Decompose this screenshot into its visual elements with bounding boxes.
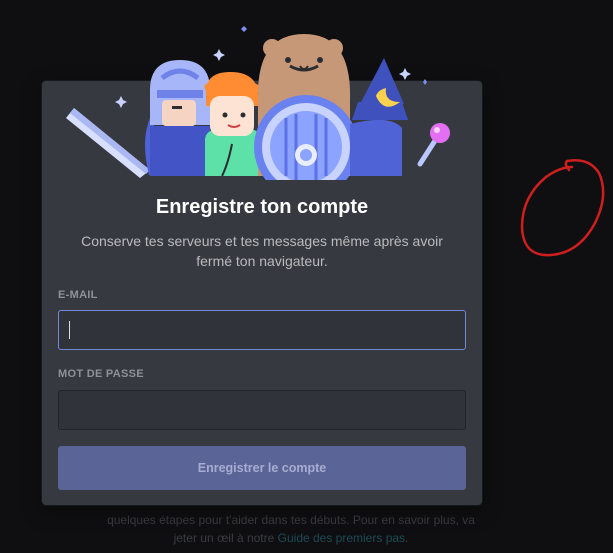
modal-subtitle: Conserve tes serveurs et tes messages mê…	[81, 233, 443, 269]
background-text-suffix: .	[405, 531, 409, 545]
red-annotation-circle	[520, 159, 605, 257]
claim-account-modal	[42, 81, 482, 505]
modal-title: Enregistre ton compte	[155, 196, 369, 218]
background-text-line-2: jeter un œil à notre Guide des premiers …	[0, 529, 582, 548]
getting-started-link[interactable]: Guide des premiers pas	[278, 531, 405, 545]
password-label: MOT DE PASSE	[58, 368, 144, 380]
text-caret	[69, 321, 70, 339]
background-text-line-1: quelques étapes pour t'aider dans tes dé…	[107, 513, 475, 527]
claim-account-button[interactable]: Enregistrer le compte	[58, 446, 466, 490]
background-text-prefix: jeter un œil à notre	[173, 531, 278, 545]
email-label: E-MAIL	[58, 289, 98, 301]
email-field[interactable]	[58, 310, 466, 350]
password-field[interactable]	[58, 390, 466, 430]
